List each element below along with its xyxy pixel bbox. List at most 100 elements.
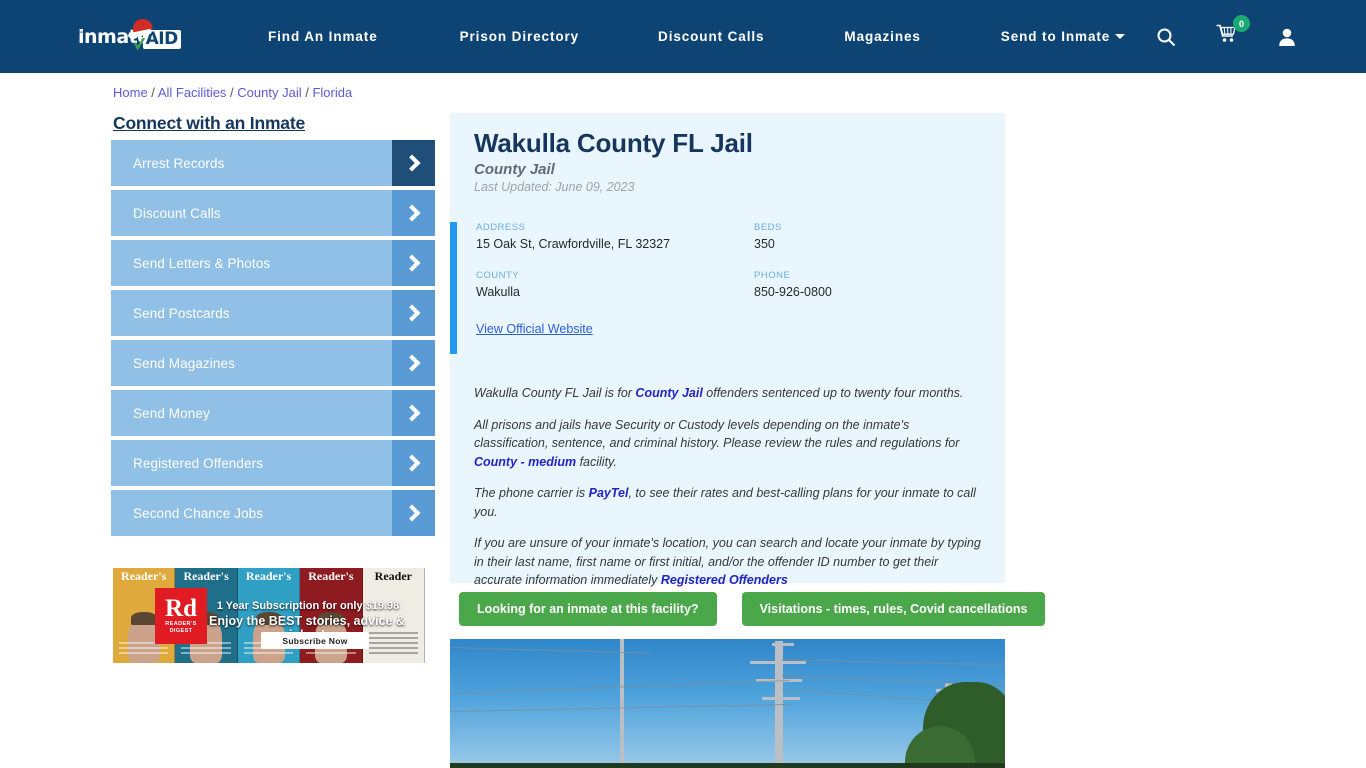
facility-description: Wakulla County FL Jail is for County Jai…	[474, 384, 987, 603]
power-line	[781, 659, 1005, 666]
description-paragraph-3: The phone carrier is PayTel, to see thei…	[474, 484, 987, 521]
detail-label: ADDRESS	[476, 222, 526, 233]
desc-link-county-jail[interactable]: County Jail	[635, 386, 702, 400]
pole-crossarm	[750, 661, 806, 664]
visitations-button[interactable]: Visitations - times, rules, Covid cancel…	[741, 592, 1046, 626]
ad-headline: 1 Year Subscription for only $19.98	[216, 600, 400, 612]
breadcrumb-separator: /	[226, 85, 238, 100]
sidebar-item-label: Second Chance Jobs	[133, 505, 264, 521]
cart-icon[interactable]: 0	[1216, 15, 1250, 49]
nav-link-magazines[interactable]: Magazines	[844, 29, 920, 44]
sidebar-item-send-magazines[interactable]: Send Magazines	[111, 340, 435, 386]
nav-link-discount-calls[interactable]: Discount Calls	[658, 29, 764, 44]
breadcrumb-item-florida[interactable]: Florida	[312, 85, 352, 100]
sidebar-item-send-money[interactable]: Send Money	[111, 390, 435, 436]
chevron-down-icon	[1115, 33, 1126, 39]
detail-phone: PHONE 850-926-0800	[754, 270, 996, 299]
sidebar-menu: Arrest Records Discount Calls Send Lette…	[111, 140, 435, 540]
facility-info-panel: Wakulla County FL Jail County Jail Last …	[450, 113, 1005, 587]
detail-county: COUNTY Wakulla	[476, 270, 754, 299]
detail-value: 850-926-0800	[754, 285, 832, 299]
facility-type-subtitle: County Jail	[474, 161, 555, 178]
ground-line	[450, 763, 1005, 768]
sidebar-item-registered-offenders[interactable]: Registered Offenders	[111, 440, 435, 486]
accent-bar	[450, 222, 457, 354]
detail-value: 350	[754, 237, 775, 251]
top-navigation-bar: inmateAID Find An Inmate Prison Director…	[0, 0, 1366, 73]
ad-cover-title: Reader's	[121, 569, 167, 583]
breadcrumb-item-home[interactable]: Home	[113, 85, 148, 100]
desc-p2-text-after: facility.	[576, 454, 617, 469]
desc-link-paytel[interactable]: PayTel	[589, 486, 629, 500]
detail-beds: BEDS 350	[754, 222, 996, 251]
check-mark-icon	[134, 38, 145, 51]
ad-logo-name-line1: READER'S	[165, 621, 197, 627]
sidebar-item-second-chance-jobs[interactable]: Second Chance Jobs	[111, 490, 435, 536]
nav-link-find-an-inmate[interactable]: Find An Inmate	[268, 29, 378, 44]
chevron-right-icon	[392, 340, 435, 386]
desc-p1-text-after: offenders sentenced up to twenty four mo…	[702, 386, 964, 400]
utility-pole	[620, 639, 624, 768]
chevron-right-icon	[392, 240, 435, 286]
nav-icons-group: 0	[1156, 0, 1296, 73]
desc-link-county-medium[interactable]: County - medium	[474, 455, 576, 469]
breadcrumb-item-county-jail[interactable]: County Jail	[237, 85, 301, 100]
detail-label: PHONE	[754, 270, 791, 281]
action-buttons-group: Looking for an inmate at this facility? …	[459, 592, 1046, 626]
sidebar-title: Connect with an Inmate	[113, 113, 306, 133]
view-official-website-link[interactable]: View Official Website	[476, 322, 593, 336]
ad-cover-lines	[119, 642, 169, 657]
sidebar-item-label: Send Letters & Photos	[133, 255, 271, 271]
chevron-right-icon	[392, 290, 435, 336]
detail-value: 15 Oak St, Crawfordville, FL 32327	[476, 237, 671, 251]
sidebar-item-discount-calls[interactable]: Discount Calls	[111, 190, 435, 236]
looking-for-inmate-button[interactable]: Looking for an inmate at this facility?	[459, 592, 717, 626]
facility-details-block: ADDRESS 15 Oak St, Crawfordville, FL 323…	[450, 222, 1005, 354]
sidebar-item-arrest-records[interactable]: Arrest Records	[111, 140, 435, 186]
desc-p3-text-before: The phone carrier is	[474, 486, 589, 500]
last-updated-text: Last Updated: June 09, 2023	[474, 180, 635, 194]
desc-p2-text-before: All prisons and jails have Security or C…	[474, 417, 960, 451]
nav-links-group: Find An Inmate Prison Directory Discount…	[268, 0, 1126, 73]
user-account-icon[interactable]	[1278, 27, 1296, 47]
sidebar-item-label: Arrest Records	[133, 155, 225, 171]
desc-link-registered-offenders[interactable]: Registered Offenders	[661, 573, 788, 587]
nav-link-send-to-inmate-label: Send to Inmate	[1000, 29, 1111, 44]
chevron-right-icon	[392, 390, 435, 436]
ad-cover-lines	[181, 642, 231, 657]
sidebar-item-label: Discount Calls	[133, 205, 221, 221]
ad-cover-title: Reader's	[183, 569, 229, 583]
sidebar-item-label: Send Postcards	[133, 305, 230, 321]
breadcrumb-separator: /	[301, 85, 313, 100]
description-paragraph-1: Wakulla County FL Jail is for County Jai…	[474, 384, 987, 403]
ad-cover-title: Reader's	[308, 569, 354, 583]
pole-crossarm	[762, 697, 800, 700]
chevron-right-icon	[392, 140, 435, 186]
nav-link-send-to-inmate[interactable]: Send to Inmate	[1000, 29, 1126, 44]
search-icon[interactable]	[1156, 27, 1176, 47]
chevron-right-icon	[392, 440, 435, 486]
sidebar-item-send-postcards[interactable]: Send Postcards	[111, 290, 435, 336]
pole-crossarm	[772, 643, 794, 646]
nav-link-prison-directory[interactable]: Prison Directory	[460, 29, 579, 44]
description-paragraph-2: All prisons and jails have Security or C…	[474, 416, 987, 472]
ad-cover-title: Reader's	[245, 569, 292, 583]
cart-count-badge: 0	[1233, 15, 1250, 32]
readers-digest-ad-banner[interactable]: Reader's Reader's Reader's Reader's Read…	[113, 568, 425, 663]
breadcrumb-separator: /	[147, 85, 158, 100]
chevron-right-icon	[392, 190, 435, 236]
description-paragraph-4: If you are unsure of your inmate's locat…	[474, 534, 987, 590]
detail-label: BEDS	[754, 222, 782, 233]
ad-cover-title: Reader	[374, 569, 412, 583]
inmateaid-logo[interactable]: inmateAID	[78, 16, 188, 52]
detail-value: Wakulla	[476, 285, 520, 299]
sidebar-item-label: Send Magazines	[133, 355, 235, 371]
breadcrumb-item-all-facilities[interactable]: All Facilities	[158, 85, 227, 100]
ad-subscribe-button[interactable]: Subscribe Now	[261, 632, 369, 649]
sidebar-item-label: Send Money	[133, 405, 210, 421]
detail-address: ADDRESS 15 Oak St, Crawfordville, FL 323…	[476, 222, 754, 251]
sidebar-item-send-letters-photos[interactable]: Send Letters & Photos	[111, 240, 435, 286]
detail-label: COUNTY	[476, 270, 520, 281]
facility-photo	[450, 639, 1005, 768]
page-title: Wakulla County FL Jail	[474, 128, 753, 158]
